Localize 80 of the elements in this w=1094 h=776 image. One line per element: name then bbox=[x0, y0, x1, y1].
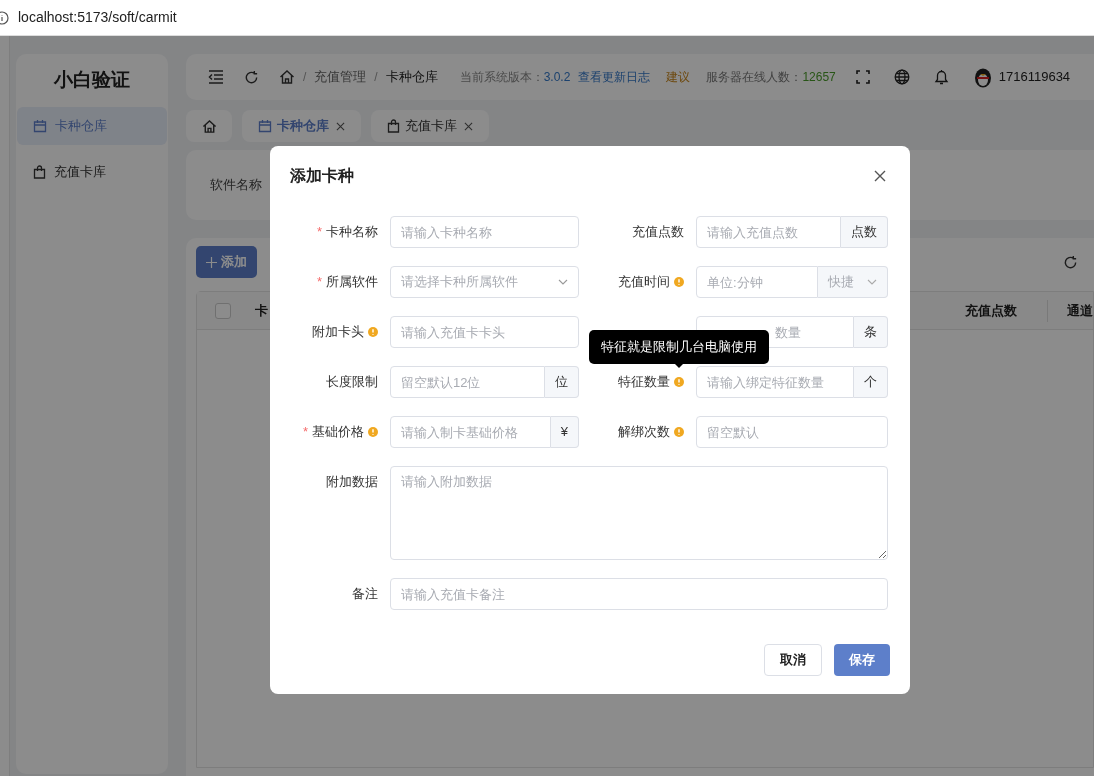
input-field[interactable]: 单位:分钟 bbox=[696, 266, 818, 298]
select-field[interactable]: 请选择卡种所属软件 bbox=[390, 266, 579, 298]
save-button[interactable]: 保存 bbox=[834, 644, 890, 676]
chevron-down-icon bbox=[558, 279, 568, 285]
calendar-icon bbox=[258, 119, 272, 133]
column-header: 通道 bbox=[1067, 301, 1093, 320]
input-field[interactable]: 请输入绑定特征数量 bbox=[696, 366, 854, 398]
calendar-icon bbox=[33, 118, 47, 133]
select-all-checkbox[interactable] bbox=[215, 302, 231, 319]
shopping-bag-icon bbox=[33, 164, 46, 179]
search-label: 软件名称 bbox=[210, 176, 262, 195]
refresh-icon[interactable] bbox=[1063, 254, 1078, 270]
sidebar-item[interactable]: 卡种仓库 bbox=[17, 106, 167, 145]
field-label: 解绑次数 bbox=[618, 423, 670, 442]
textarea-field[interactable]: 请输入附加数据 bbox=[390, 466, 888, 560]
shopping-bag-icon bbox=[387, 119, 400, 133]
add-button[interactable]: 添加 bbox=[196, 246, 257, 278]
required-asterisk: * bbox=[316, 223, 322, 242]
input-field[interactable]: 请输入充值卡备注 bbox=[390, 578, 888, 610]
page-tab[interactable]: 卡种仓库 bbox=[242, 110, 361, 142]
input-field[interactable]: 请输入充值点数 bbox=[696, 216, 841, 248]
menu-icon[interactable] bbox=[208, 70, 224, 84]
version-number: 3.0.2 bbox=[543, 69, 571, 86]
unit-addon: 位 bbox=[545, 366, 579, 398]
field-label: 附加数据 bbox=[326, 473, 378, 492]
field-label: 卡种名称 bbox=[326, 223, 378, 242]
field-label: 备注 bbox=[352, 585, 378, 604]
field-label: 附加卡头 bbox=[312, 323, 364, 342]
sidebar-item[interactable]: 充值卡库 bbox=[17, 152, 167, 191]
input-field[interactable]: 留空默认 bbox=[696, 416, 888, 448]
tooltip: 特征就是限制几台电脑使用 bbox=[589, 330, 769, 364]
input-field[interactable]: 留空默认12位 bbox=[390, 366, 545, 398]
page-tab[interactable]: 充值卡库 bbox=[371, 110, 489, 142]
tooltip-arrow-icon bbox=[674, 363, 684, 368]
breadcrumb-item[interactable]: 卡种仓库 bbox=[385, 67, 438, 87]
shortcut-select[interactable]: 快捷 bbox=[818, 266, 888, 298]
input-field[interactable]: 请输入卡种名称 bbox=[390, 216, 579, 248]
close-icon[interactable] bbox=[874, 170, 886, 182]
unit-addon: ¥ bbox=[550, 416, 579, 448]
username[interactable]: 1716119634 bbox=[998, 67, 1071, 87]
breadcrumb-separator: / bbox=[303, 69, 307, 86]
version-label: 当前系统版本： bbox=[459, 69, 544, 86]
info-icon[interactable] bbox=[0, 10, 9, 25]
chevron-down-icon bbox=[867, 279, 877, 285]
field-label: 充值点数 bbox=[632, 223, 684, 242]
bell-icon[interactable] bbox=[933, 69, 949, 85]
unit-addon: 个 bbox=[854, 366, 888, 398]
dialog-title: 添加卡种 bbox=[290, 166, 354, 186]
field-label: 特征数量 bbox=[618, 373, 670, 392]
cancel-button[interactable]: 取消 bbox=[764, 644, 822, 676]
suggest-link[interactable]: 建议 bbox=[666, 68, 691, 86]
unit-addon: 条 bbox=[854, 316, 888, 348]
field-label: 所属软件 bbox=[326, 273, 378, 292]
app-title: 小白验证 bbox=[54, 68, 130, 92]
close-icon[interactable] bbox=[336, 121, 345, 131]
close-icon[interactable] bbox=[464, 121, 473, 131]
required-asterisk: * bbox=[302, 423, 308, 442]
avatar-icon[interactable] bbox=[972, 66, 993, 88]
globe-icon[interactable] bbox=[893, 69, 910, 85]
column-header: 卡 bbox=[255, 301, 268, 320]
address-bar-url[interactable]: localhost:5173/soft/carmit bbox=[18, 7, 177, 28]
field-label: 基础价格 bbox=[312, 423, 364, 442]
home-icon[interactable] bbox=[279, 69, 295, 85]
home-tab[interactable] bbox=[186, 110, 232, 142]
required-asterisk: * bbox=[316, 273, 322, 292]
column-header: 充值点数 bbox=[965, 301, 1017, 320]
field-label: 长度限制 bbox=[326, 373, 378, 392]
breadcrumb-separator: / bbox=[374, 69, 378, 86]
input-field[interactable]: 请输入制卡基础价格 bbox=[390, 416, 551, 448]
breadcrumb-item[interactable]: 充值管理 bbox=[314, 67, 367, 87]
online-count: 12657 bbox=[802, 69, 836, 86]
plus-icon bbox=[206, 256, 217, 268]
refresh-icon[interactable] bbox=[244, 69, 259, 85]
changelog-link[interactable]: 查看更新日志 bbox=[578, 68, 651, 86]
fullscreen-icon[interactable] bbox=[855, 70, 870, 84]
input-field[interactable]: 请输入充值卡卡头 bbox=[390, 316, 579, 348]
online-label: 服务器在线人数： bbox=[706, 69, 803, 86]
home-icon bbox=[201, 118, 217, 134]
unit-addon: 点数 bbox=[841, 216, 888, 248]
field-label: 充值时间 bbox=[618, 273, 670, 292]
